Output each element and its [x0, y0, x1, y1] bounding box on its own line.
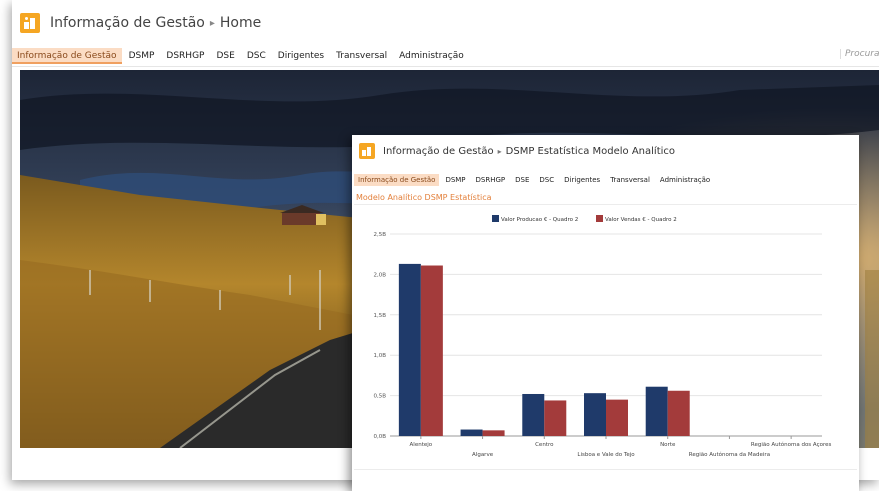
window-breadcrumb-separator-icon: ▸	[497, 146, 502, 156]
bar	[544, 400, 567, 436]
x-tick-label: Lisboa e Vale do Tejo	[577, 452, 635, 458]
window-nav-item-dsmp[interactable]: DSMP	[441, 174, 469, 186]
x-tick-label: Centro	[535, 442, 554, 448]
report-subtitle: Modelo Analítico DSMP Estatística	[356, 193, 492, 202]
window-nav-item-administracao[interactable]: Administração	[656, 174, 714, 186]
x-tick-label: Norte	[660, 442, 676, 448]
x-tick-label: Alentejo	[410, 442, 433, 448]
bar	[522, 393, 545, 436]
y-tick-label: 0,5B	[373, 394, 386, 400]
nav-item-dsmp[interactable]: DSMP	[124, 48, 160, 64]
window-logo-icon[interactable]	[359, 143, 375, 159]
nav-item-dse[interactable]: DSE	[211, 48, 239, 64]
bar	[460, 429, 483, 436]
nav-item-dsc[interactable]: DSC	[242, 48, 271, 64]
bar-chart: 0,0B 0,5B 1,0B 1,5B 2,0B 2,5B Valor Producao €…	[373, 215, 832, 458]
top-nav: Informação de Gestão DSMP DSRHGP DSE DSC…	[12, 45, 879, 67]
window-nav-item-dse[interactable]: DSE	[511, 174, 533, 186]
breadcrumb-separator-icon: ▸	[209, 17, 215, 29]
y-tick-label: 0,0B	[373, 434, 386, 440]
bottom-divider	[354, 469, 857, 470]
window-header: Informação de Gestão ▸ DSMP Estatística …	[359, 143, 675, 159]
x-tick-label: Algarve	[472, 452, 494, 458]
nav-item-informacao-de-gestao[interactable]: Informação de Gestão	[12, 47, 122, 64]
window-nav: Informação de Gestão DSMP DSRHGP DSE DSC…	[354, 172, 857, 187]
y-tick-label: 2,0B	[373, 272, 386, 278]
bar	[482, 430, 505, 436]
window-nav-item-dsc[interactable]: DSC	[535, 174, 558, 186]
legend-label: Valor Producao € - Quadro 2	[501, 217, 578, 223]
legend-label: Valor Vendas € - Quadro 2	[605, 217, 677, 223]
bar	[420, 265, 443, 436]
nav-item-transversal[interactable]: Transversal	[331, 48, 392, 64]
nav-item-dsrhgp[interactable]: DSRHGP	[161, 48, 209, 64]
window-nav-item-informacao-de-gestao[interactable]: Informação de Gestão	[354, 173, 440, 186]
y-tick-label: 1,0B	[373, 353, 386, 359]
window-breadcrumb-page: DSMP Estatística Modelo Analítico	[505, 145, 676, 157]
bar	[606, 399, 628, 436]
search-input[interactable]: Procurar	[840, 49, 879, 59]
nav-item-dirigentes[interactable]: Dirigentes	[273, 48, 329, 64]
window-nav-item-dsrhgp[interactable]: DSRHGP	[472, 174, 510, 186]
legend-swatch	[596, 215, 603, 222]
chart-window: Informação de Gestão ▸ DSMP Estatística …	[352, 135, 859, 491]
x-tick-label: Região Autónoma dos Açores	[751, 441, 832, 448]
x-tick-label: Região Autónoma da Madeira	[689, 451, 770, 458]
nav-item-administracao[interactable]: Administração	[394, 48, 469, 64]
window-site-title[interactable]: Informação de Gestão	[383, 146, 494, 157]
bar	[667, 390, 690, 436]
bar	[645, 386, 668, 436]
y-tick-label: 2,5B	[373, 232, 386, 238]
site-logo-icon[interactable]	[20, 13, 40, 33]
window-nav-item-dirigentes[interactable]: Dirigentes	[560, 174, 604, 186]
legend-swatch	[492, 215, 499, 222]
bar	[398, 263, 421, 436]
bar	[584, 393, 606, 436]
window-nav-item-transversal[interactable]: Transversal	[606, 174, 654, 186]
site-title[interactable]: Informação de Gestão	[50, 15, 205, 31]
breadcrumb-page: Home	[219, 15, 262, 31]
subtitle-divider	[354, 204, 857, 205]
site-header: Informação de Gestão ▸ Home	[20, 11, 261, 35]
y-tick-label: 1,5B	[373, 313, 386, 319]
